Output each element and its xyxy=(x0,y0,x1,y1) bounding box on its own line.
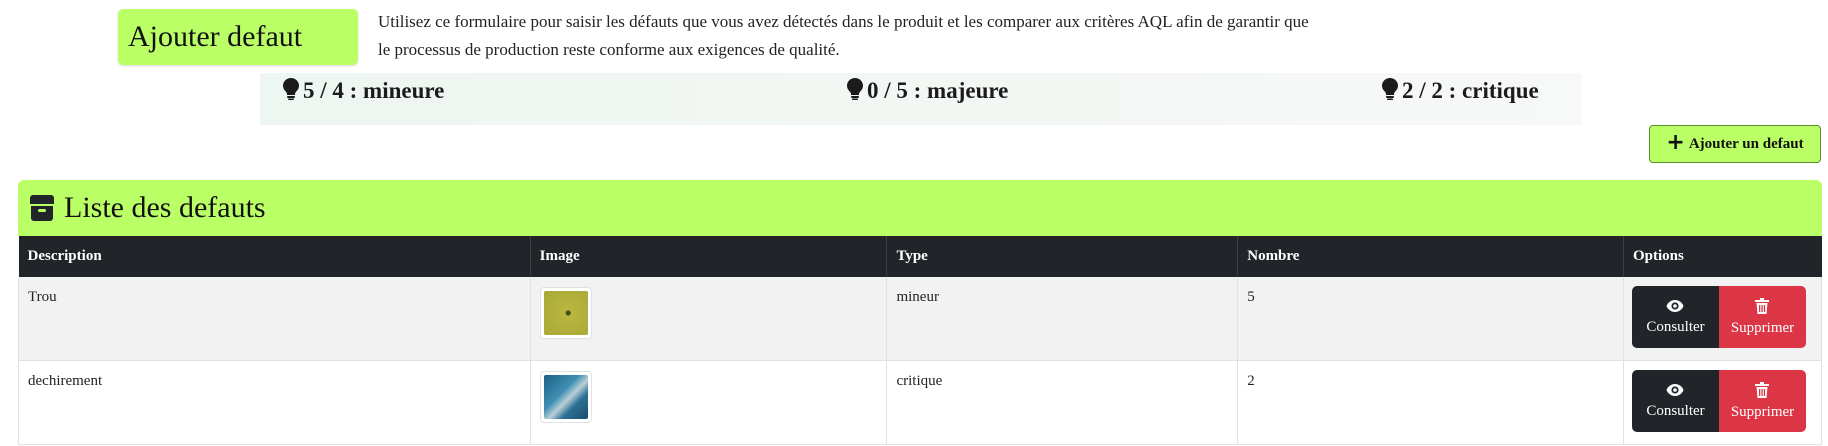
col-header-options: Options xyxy=(1623,236,1822,277)
cell-count: 2 xyxy=(1237,360,1624,445)
eye-icon xyxy=(1666,383,1684,396)
delete-button[interactable]: Supprimer xyxy=(1718,286,1806,348)
defect-list-title: Liste des defauts xyxy=(64,191,266,224)
box-icon xyxy=(30,195,54,221)
hole-thumbnail-image xyxy=(543,291,588,335)
cell-image xyxy=(530,277,888,361)
stat-label: 5 / 4 : mineure xyxy=(303,78,445,103)
defect-thumbnail[interactable] xyxy=(539,371,592,423)
cell-description: Trou xyxy=(18,277,531,361)
defect-thumbnail[interactable] xyxy=(539,287,592,339)
consult-button[interactable]: Consulter xyxy=(1631,370,1719,432)
stat-label: 2 / 2 : critique xyxy=(1402,78,1539,103)
intro-line-1: Utilisez ce formulaire pour saisir les d… xyxy=(378,12,1309,31)
trash-icon xyxy=(1755,381,1770,398)
lightbulb-icon xyxy=(1382,78,1398,100)
cell-count: 5 xyxy=(1237,277,1624,361)
col-header-image: Image xyxy=(530,236,888,277)
intro-text: Utilisez ce formulaire pour saisir les d… xyxy=(378,8,1398,64)
delete-label: Supprimer xyxy=(1730,403,1795,420)
stat-mineure: 5 / 4 : mineure xyxy=(283,73,444,125)
row-actions: Consulter Supprimer xyxy=(1631,370,1812,432)
lightbulb-icon xyxy=(283,78,299,100)
defect-table: Description Image Type Nombre Options Tr… xyxy=(18,236,1823,445)
stat-label: 0 / 5 : majeure xyxy=(867,78,1009,103)
col-header-type: Type xyxy=(886,236,1239,277)
cell-options: Consulter Supprimer xyxy=(1623,360,1823,445)
consult-label: Consulter xyxy=(1646,402,1705,419)
stat-majeure: 0 / 5 : majeure xyxy=(847,73,1008,125)
tear-thumbnail-image xyxy=(543,375,588,419)
page-title: Ajouter defaut xyxy=(118,9,358,65)
add-defect-button[interactable]: + Ajouter un defaut xyxy=(1649,125,1821,163)
col-header-description: Description xyxy=(18,236,531,277)
table-row: Trou mineur 5 Consulter Supprimer xyxy=(18,277,1823,361)
cell-type: mineur xyxy=(886,277,1239,361)
table-header-row: Description Image Type Nombre Options xyxy=(18,236,1822,277)
defect-list-header: Liste des defauts xyxy=(18,180,1822,236)
stat-critique: 2 / 2 : critique xyxy=(1382,73,1539,125)
delete-label: Supprimer xyxy=(1730,319,1795,336)
table-row: dechirement critique 2 Consulter Supprim… xyxy=(18,360,1823,445)
lightbulb-icon xyxy=(847,78,863,100)
cell-type: critique xyxy=(886,360,1239,445)
consult-button[interactable]: Consulter xyxy=(1631,286,1719,348)
trash-icon xyxy=(1755,297,1770,314)
col-header-count: Nombre xyxy=(1237,236,1624,277)
add-defect-label: Ajouter un defaut xyxy=(1688,135,1804,152)
delete-button[interactable]: Supprimer xyxy=(1718,370,1806,432)
plus-icon: + xyxy=(1666,130,1685,155)
cell-options: Consulter Supprimer xyxy=(1623,277,1823,361)
cell-image xyxy=(530,360,888,445)
aql-stats-bar: 5 / 4 : mineure 0 / 5 : majeure 2 / 2 : … xyxy=(260,73,1582,125)
cell-description: dechirement xyxy=(18,360,531,445)
row-actions: Consulter Supprimer xyxy=(1631,286,1812,348)
eye-icon xyxy=(1666,299,1684,312)
consult-label: Consulter xyxy=(1646,318,1705,335)
intro-line-2: le processus de production reste conform… xyxy=(378,40,840,59)
